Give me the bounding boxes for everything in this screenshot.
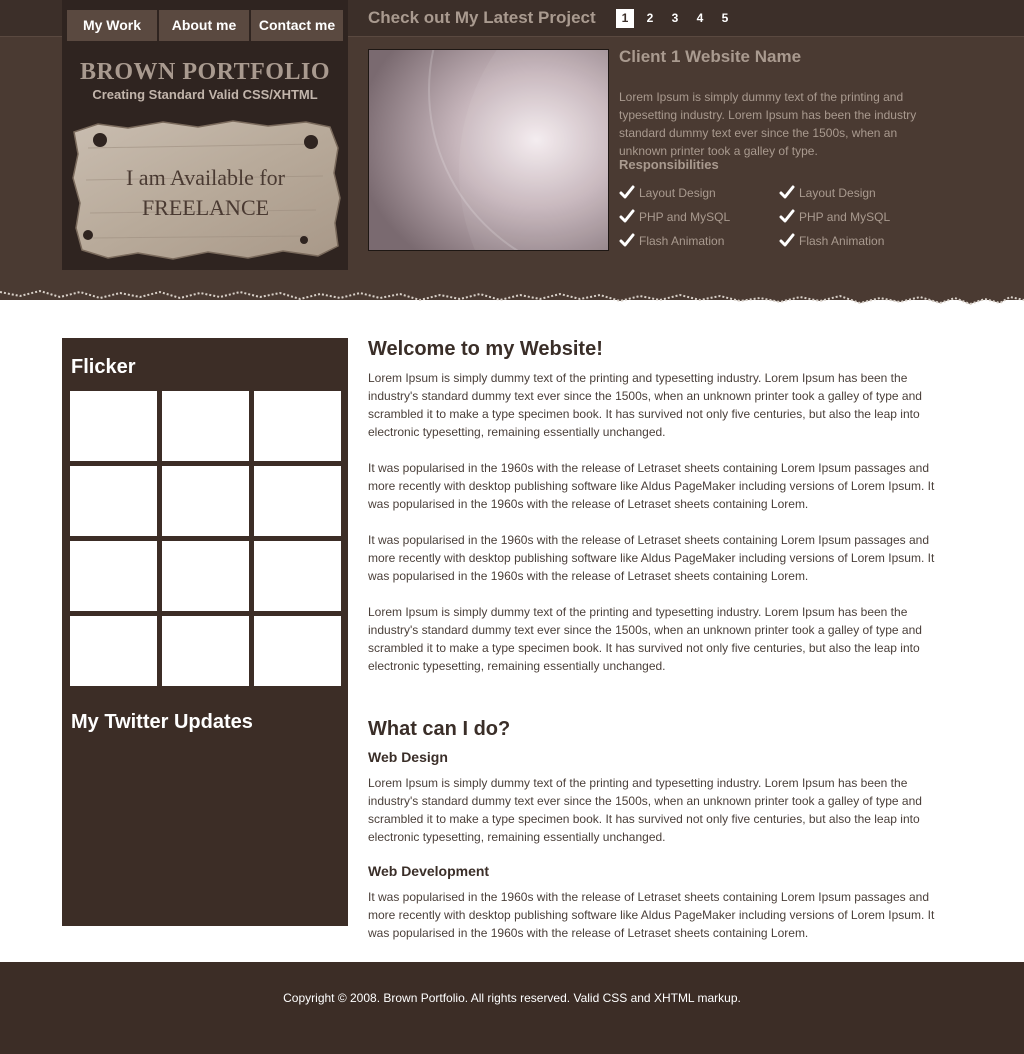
nav-item-my-work[interactable]: My Work — [67, 10, 159, 41]
flickr-photo-grid — [70, 391, 341, 686]
web-design-text: Lorem Ipsum is simply dummy text of the … — [368, 776, 922, 844]
twitter-updates-title: My Twitter Updates — [71, 711, 253, 733]
nav-item-contact-me[interactable]: Contact me — [251, 10, 343, 41]
services-heading: What can I do? — [368, 718, 511, 740]
flickr-photo[interactable] — [70, 541, 157, 611]
flickr-photo[interactable] — [254, 541, 341, 611]
check-icon — [779, 185, 795, 199]
page-1-link[interactable]: 1 — [616, 9, 634, 28]
flickr-photo[interactable] — [162, 616, 249, 686]
flickr-photo[interactable] — [162, 541, 249, 611]
responsibilities-list-right: Layout Design PHP and MySQL Flash Animat… — [779, 184, 890, 256]
page-5-link[interactable]: 5 — [716, 9, 734, 28]
responsibility-label: Layout Design — [639, 186, 716, 200]
flickr-title: Flicker — [71, 356, 136, 378]
client-website-name: Client 1 Website Name — [619, 47, 802, 66]
flickr-photo[interactable] — [70, 466, 157, 536]
footer: Copyright © 2008. Brown Portfolio. All r… — [0, 962, 1024, 1054]
nav-item-about-me[interactable]: About me — [159, 10, 251, 41]
flickr-photo[interactable] — [70, 616, 157, 686]
flickr-photo[interactable] — [254, 391, 341, 461]
responsibility-label: Flash Animation — [799, 234, 885, 248]
flickr-photo[interactable] — [70, 391, 157, 461]
welcome-paragraph: It was popularised in the 1960s with the… — [368, 461, 935, 511]
flickr-photo[interactable] — [162, 391, 249, 461]
responsibilities-list-left: Layout Design PHP and MySQL Flash Animat… — [619, 184, 730, 256]
list-item: Flash Animation — [619, 232, 730, 256]
list-item: Layout Design — [619, 184, 730, 208]
list-item: PHP and MySQL — [619, 208, 730, 232]
footer-copyright: Copyright © 2008. Brown Portfolio. All r… — [283, 991, 741, 1005]
client-description: Lorem Ipsum is simply dummy text of the … — [619, 90, 917, 158]
site-title[interactable]: BROWN PORTFOLIO — [62, 59, 348, 86]
responsibility-label: PHP and MySQL — [639, 210, 731, 224]
list-item: Layout Design — [779, 184, 890, 208]
flickr-photo[interactable] — [254, 616, 341, 686]
page-2-link[interactable]: 2 — [641, 9, 659, 28]
web-development-heading: Web Development — [368, 863, 490, 879]
check-icon — [779, 209, 795, 223]
site-tagline: Creating Standard Valid CSS/XHTML — [92, 87, 318, 102]
check-icon — [619, 233, 635, 247]
responsibility-label: Layout Design — [799, 186, 876, 200]
page-4-link[interactable]: 4 — [691, 9, 709, 28]
list-item: PHP and MySQL — [779, 208, 890, 232]
main-nav: My Work About me Contact me — [67, 10, 343, 41]
flickr-photo[interactable] — [162, 466, 249, 536]
project-pager: 1 2 3 4 5 — [616, 9, 734, 28]
web-development-text: It was popularised in the 1960s with the… — [368, 890, 935, 940]
welcome-paragraph: It was popularised in the 1960s with the… — [368, 533, 935, 583]
freelance-line-1: I am Available for — [125, 165, 286, 190]
responsibility-label: PHP and MySQL — [799, 210, 891, 224]
torn-edge-divider — [0, 270, 1024, 306]
brand-panel: My Work About me Contact me BROWN PORTFO… — [62, 0, 348, 278]
project-thumbnail[interactable] — [368, 49, 609, 251]
check-icon — [779, 233, 795, 247]
welcome-paragraph: Lorem Ipsum is simply dummy text of the … — [368, 605, 922, 673]
list-item: Flash Animation — [779, 232, 890, 256]
sidebar: Flicker My Twitter Updates — [62, 338, 348, 926]
flickr-photo[interactable] — [254, 466, 341, 536]
freelance-line-2: FREELANCE — [141, 195, 270, 220]
web-design-heading: Web Design — [368, 749, 448, 765]
welcome-heading: Welcome to my Website! — [368, 338, 603, 360]
responsibility-label: Flash Animation — [639, 234, 725, 248]
freelance-text: I am Available for FREELANCE — [68, 163, 343, 223]
check-icon — [619, 209, 635, 223]
responsibilities-heading: Responsibilities — [619, 157, 719, 172]
header: My Work About me Contact me BROWN PORTFO… — [0, 0, 1024, 300]
welcome-paragraph: Lorem Ipsum is simply dummy text of the … — [368, 371, 922, 439]
page-3-link[interactable]: 3 — [666, 9, 684, 28]
check-icon — [619, 185, 635, 199]
latest-project-heading: Check out My Latest Project — [368, 8, 596, 27]
